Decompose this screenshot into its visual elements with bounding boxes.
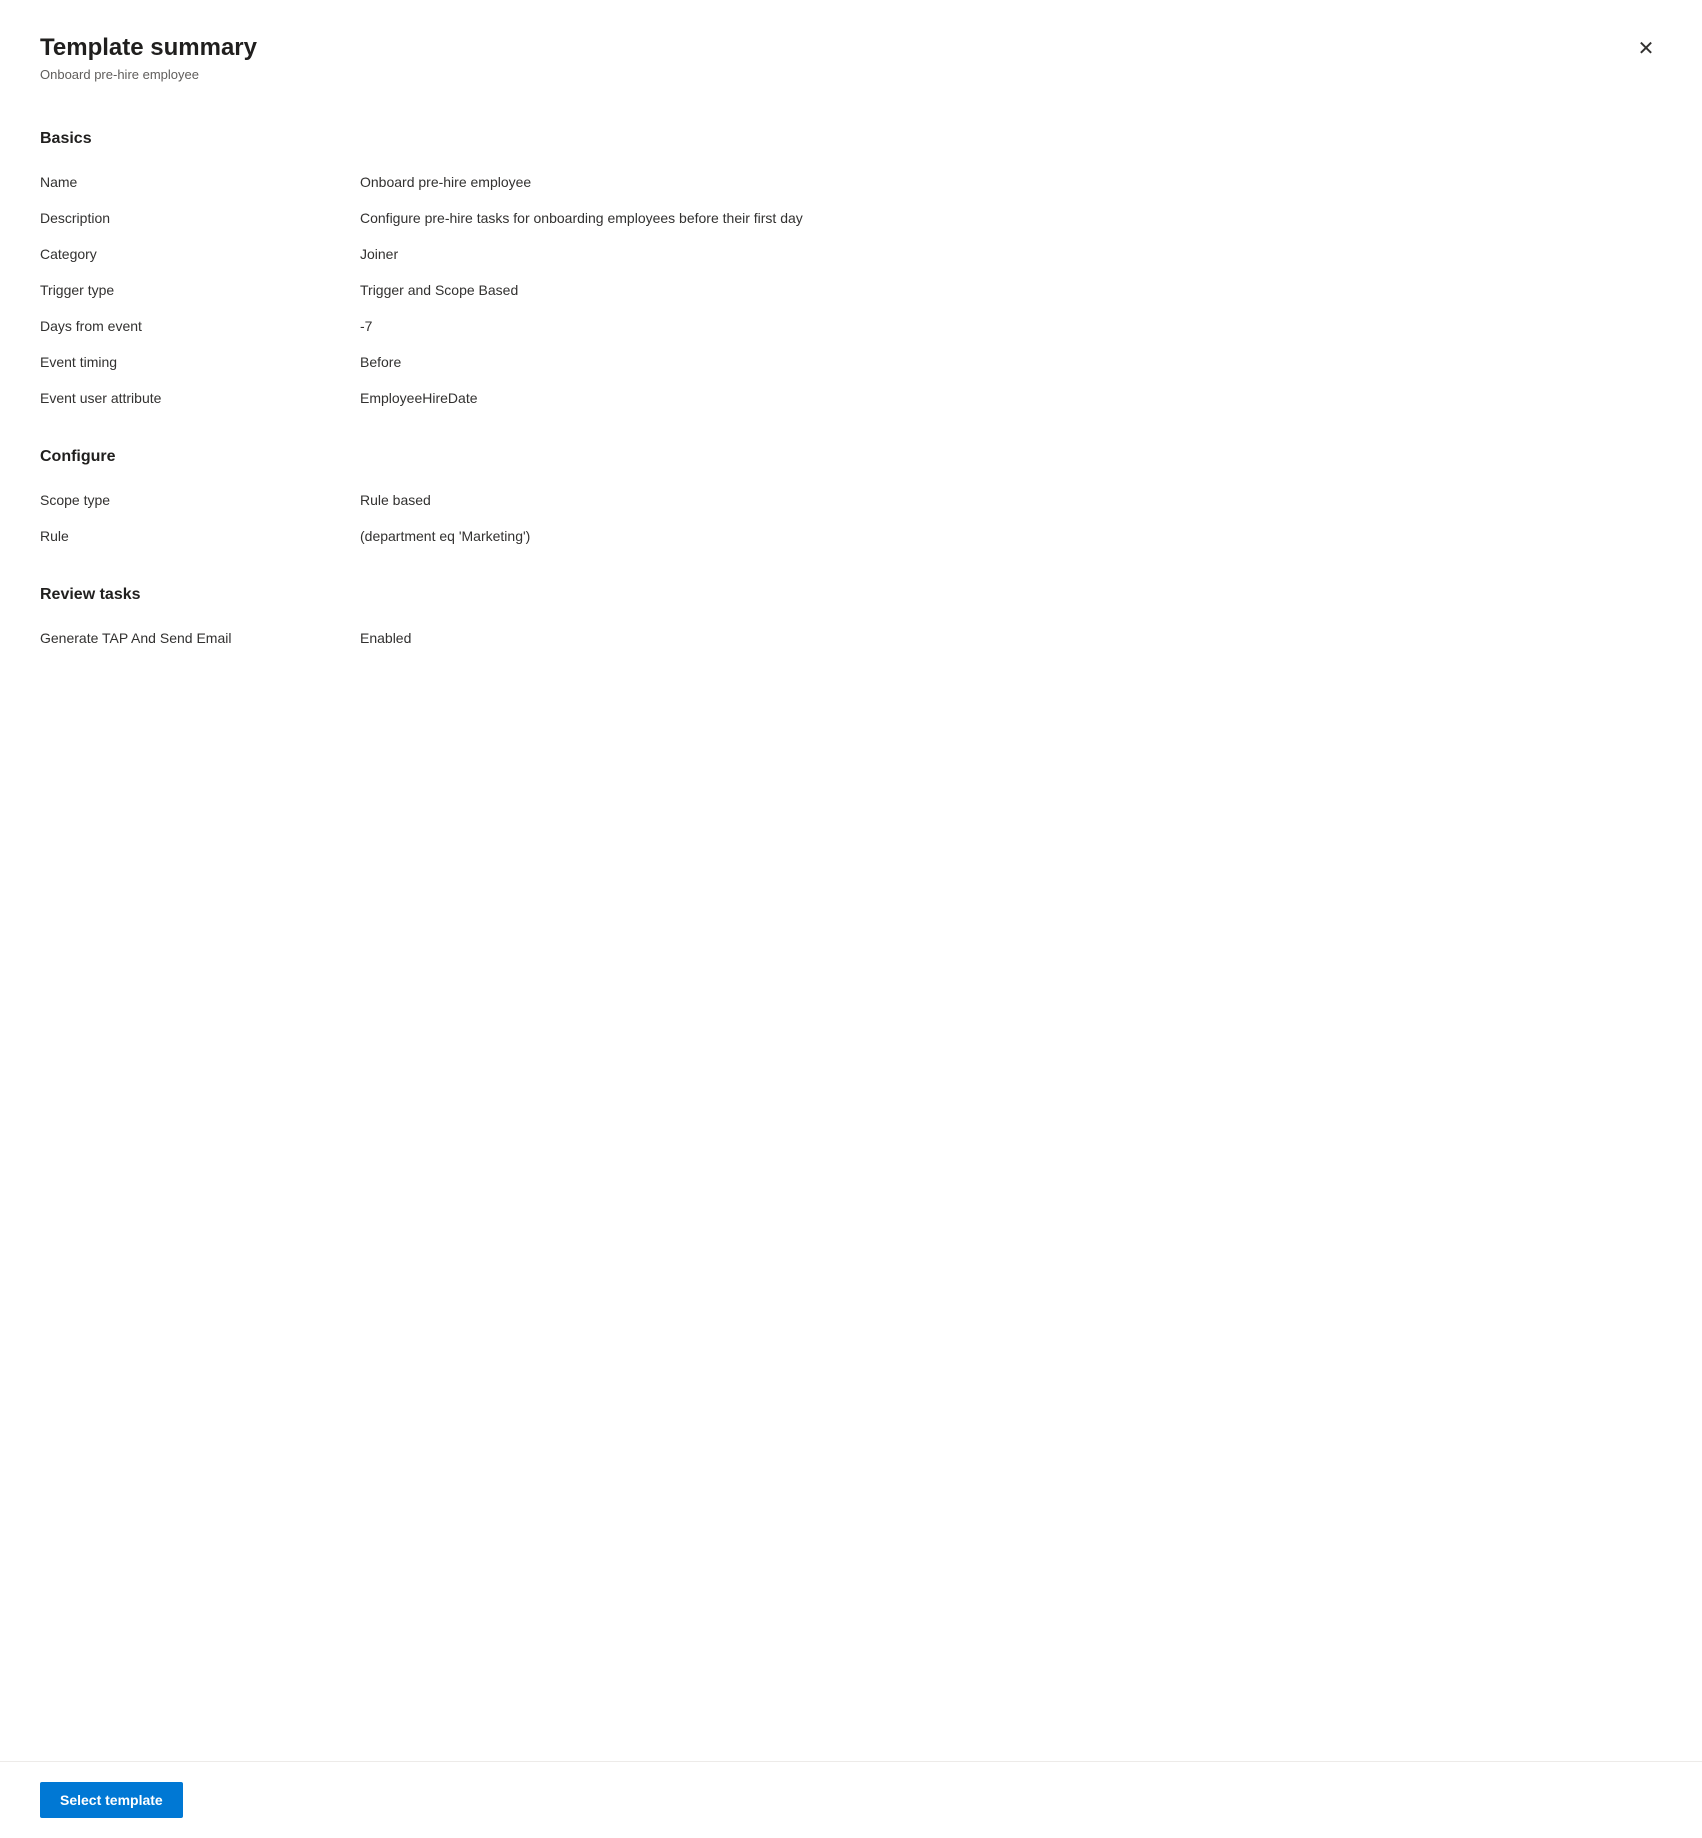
description-row: Description Configure pre-hire tasks for… [40,200,1662,236]
panel-footer: Select template [0,1761,1702,1838]
template-summary-panel: Template summary Onboard pre-hire employ… [0,0,1702,1838]
generate-tap-label: Generate TAP And Send Email [40,630,360,646]
trigger-type-label: Trigger type [40,282,360,298]
name-label: Name [40,174,360,190]
generate-tap-row: Generate TAP And Send Email Enabled [40,620,1662,656]
scope-type-row: Scope type Rule based [40,482,1662,518]
name-row: Name Onboard pre-hire employee [40,164,1662,200]
days-from-event-row: Days from event -7 [40,308,1662,344]
basics-section: Basics Name Onboard pre-hire employee De… [40,130,1662,416]
description-label: Description [40,210,360,226]
event-timing-value: Before [360,354,1662,370]
description-value: Configure pre-hire tasks for onboarding … [360,210,1662,226]
name-value: Onboard pre-hire employee [360,174,1662,190]
days-from-event-value: -7 [360,318,1662,334]
panel-subtitle: Onboard pre-hire employee [40,67,1662,82]
review-tasks-section-title: Review tasks [40,586,1662,604]
event-timing-row: Event timing Before [40,344,1662,380]
panel-header: Template summary Onboard pre-hire employ… [0,0,1702,98]
configure-section-title: Configure [40,448,1662,466]
category-row: Category Joiner [40,236,1662,272]
panel-content: Basics Name Onboard pre-hire employee De… [0,98,1702,1761]
generate-tap-value: Enabled [360,630,1662,646]
category-label: Category [40,246,360,262]
event-user-attribute-label: Event user attribute [40,390,360,406]
rule-value: (department eq 'Marketing') [360,528,1662,544]
rule-row: Rule (department eq 'Marketing') [40,518,1662,554]
scope-type-value: Rule based [360,492,1662,508]
trigger-type-row: Trigger type Trigger and Scope Based [40,272,1662,308]
days-from-event-label: Days from event [40,318,360,334]
event-timing-label: Event timing [40,354,360,370]
close-icon: ✕ [1638,36,1655,61]
event-user-attribute-row: Event user attribute EmployeeHireDate [40,380,1662,416]
event-user-attribute-value: EmployeeHireDate [360,390,1662,406]
configure-section: Configure Scope type Rule based Rule (de… [40,448,1662,554]
panel-title: Template summary [40,32,1662,63]
basics-section-title: Basics [40,130,1662,148]
select-template-button[interactable]: Select template [40,1782,183,1818]
review-tasks-section: Review tasks Generate TAP And Send Email… [40,586,1662,656]
trigger-type-value: Trigger and Scope Based [360,282,1662,298]
scope-type-label: Scope type [40,492,360,508]
category-value: Joiner [360,246,1662,262]
close-button[interactable]: ✕ [1630,32,1662,64]
rule-label: Rule [40,528,360,544]
